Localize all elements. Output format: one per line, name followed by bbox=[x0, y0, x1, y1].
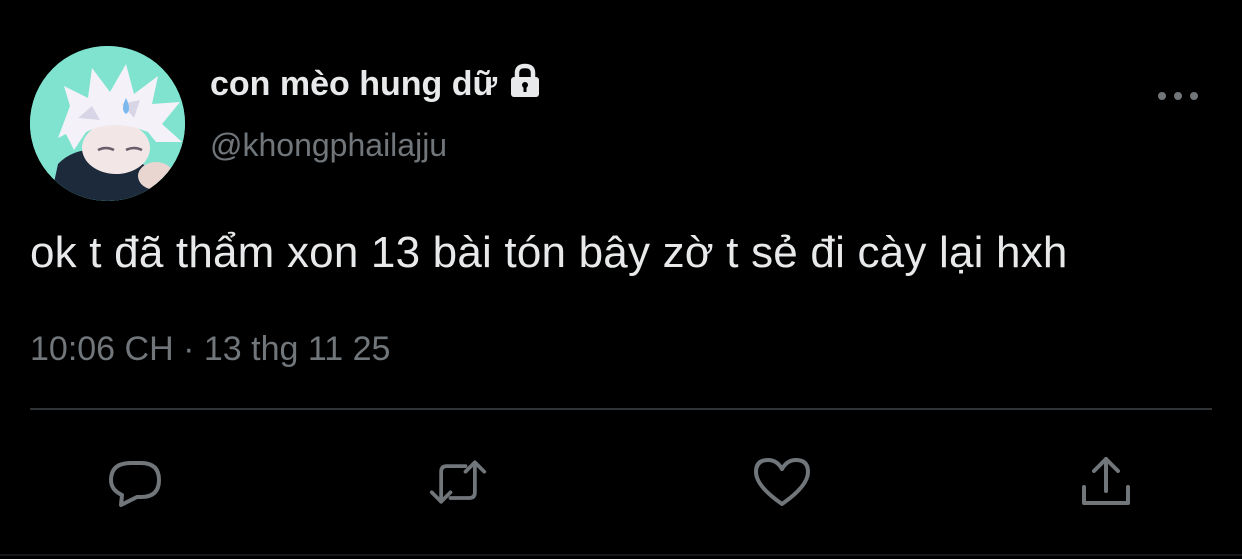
heart-icon bbox=[754, 458, 810, 506]
dot bbox=[1158, 92, 1166, 100]
speech-bubble-icon bbox=[109, 461, 161, 507]
retweet-button[interactable] bbox=[428, 452, 488, 512]
share-button[interactable] bbox=[1076, 452, 1136, 512]
reply-button[interactable] bbox=[106, 452, 166, 512]
anime-avatar-icon bbox=[30, 46, 185, 201]
display-name[interactable]: con mèo hung dữ bbox=[210, 65, 497, 104]
bottom-border bbox=[0, 554, 1242, 556]
tweet-timestamp[interactable]: 10:06 CH · 13 thg 11 25 bbox=[30, 330, 390, 369]
more-dots-icon[interactable] bbox=[1158, 84, 1198, 108]
tweet-text: ok t đã thẩm xon 13 bài tón bây zờ t sẻ … bbox=[30, 228, 1068, 277]
user-name-row: con mèo hung dữ bbox=[210, 62, 543, 106]
tweet-card: con mèo hung dữ @khongphailajju ok t đã … bbox=[0, 0, 1242, 559]
dot bbox=[1174, 92, 1182, 100]
divider bbox=[30, 408, 1212, 410]
like-button[interactable] bbox=[752, 452, 812, 512]
retweet-arrows-icon bbox=[429, 460, 487, 504]
dot bbox=[1190, 92, 1198, 100]
user-avatar[interactable] bbox=[30, 46, 185, 201]
user-handle[interactable]: @khongphailajju bbox=[210, 127, 447, 164]
share-upload-icon bbox=[1082, 457, 1130, 505]
lock-icon bbox=[507, 63, 543, 99]
